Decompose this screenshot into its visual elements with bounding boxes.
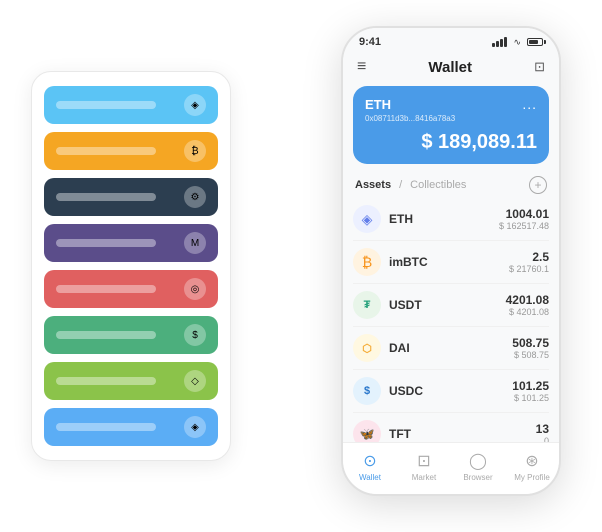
browser-nav-label: Browser bbox=[463, 473, 492, 482]
card-text bbox=[56, 285, 156, 293]
browser-nav-icon: ◯ bbox=[469, 451, 487, 471]
scan-icon[interactable]: ⊡ bbox=[534, 59, 545, 75]
usdc-logo: $ bbox=[353, 377, 381, 405]
status-bar: 9:41 ∿ bbox=[343, 28, 559, 52]
card-icon: M bbox=[184, 232, 206, 254]
eth-card-address: 0x08711d3b...8416a78a3 bbox=[365, 114, 537, 123]
asset-amount: 101.25 bbox=[512, 379, 549, 393]
eth-card-title: ETH bbox=[365, 97, 391, 112]
table-row[interactable]: ₿ imBTC 2.5 $ 21760.1 bbox=[353, 241, 549, 284]
wallet-nav-icon: ⊙ bbox=[363, 451, 376, 471]
card-stack: ◈ ₿ ⚙ M ◎ $ ◇ ◈ bbox=[31, 71, 231, 461]
list-item[interactable]: M bbox=[44, 224, 218, 262]
asset-symbol: TFT bbox=[389, 427, 536, 441]
market-nav-icon: ⊡ bbox=[417, 451, 430, 471]
card-text bbox=[56, 423, 156, 431]
nav-title: Wallet bbox=[428, 59, 472, 76]
card-icon: ₿ bbox=[184, 140, 206, 162]
card-icon: $ bbox=[184, 324, 206, 346]
asset-symbol: imBTC bbox=[389, 255, 509, 269]
dai-logo: ⬡ bbox=[353, 334, 381, 362]
asset-symbol: ETH bbox=[389, 212, 499, 226]
battery-fill bbox=[529, 40, 538, 44]
card-text bbox=[56, 193, 156, 201]
status-time: 9:41 bbox=[359, 36, 381, 48]
nav-wallet[interactable]: ⊙ Wallet bbox=[348, 451, 392, 482]
card-text bbox=[56, 101, 156, 109]
assets-tabs: Assets / Collectibles bbox=[355, 179, 466, 191]
eth-card-header: ETH ... bbox=[365, 96, 537, 112]
asset-symbol: DAI bbox=[389, 341, 512, 355]
asset-values: 101.25 $ 101.25 bbox=[512, 379, 549, 403]
profile-nav-label: My Profile bbox=[514, 473, 550, 482]
nav-bar: ≡ Wallet ⊡ bbox=[343, 52, 559, 82]
list-item[interactable]: ◇ bbox=[44, 362, 218, 400]
list-item[interactable]: ◎ bbox=[44, 270, 218, 308]
asset-usd: $ 508.75 bbox=[512, 350, 549, 360]
scene: ◈ ₿ ⚙ M ◎ $ ◇ ◈ bbox=[21, 16, 581, 516]
asset-amount: 508.75 bbox=[512, 336, 549, 350]
list-item[interactable]: ◈ bbox=[44, 86, 218, 124]
card-icon: ◈ bbox=[184, 94, 206, 116]
battery-icon bbox=[527, 38, 543, 46]
asset-usd: $ 101.25 bbox=[512, 393, 549, 403]
eth-logo: ◈ bbox=[353, 205, 381, 233]
asset-symbol: USDT bbox=[389, 298, 506, 312]
eth-card[interactable]: ETH ... 0x08711d3b...8416a78a3 $ 189,089… bbox=[353, 86, 549, 164]
list-item[interactable]: $ bbox=[44, 316, 218, 354]
asset-amount: 1004.01 bbox=[499, 207, 549, 221]
profile-nav-icon: ⊛ bbox=[525, 451, 538, 471]
card-text bbox=[56, 331, 156, 339]
tab-separator: / bbox=[399, 179, 402, 191]
asset-symbol: USDC bbox=[389, 384, 512, 398]
asset-usd: $ 162517.48 bbox=[499, 221, 549, 231]
wifi-icon: ∿ bbox=[513, 37, 521, 48]
asset-amount: 2.5 bbox=[509, 250, 549, 264]
card-icon: ⚙ bbox=[184, 186, 206, 208]
table-row[interactable]: ◈ ETH 1004.01 $ 162517.48 bbox=[353, 198, 549, 241]
asset-list: ◈ ETH 1004.01 $ 162517.48 ₿ imBTC 2.5 $ … bbox=[343, 198, 559, 442]
menu-icon[interactable]: ≡ bbox=[357, 58, 366, 76]
table-row[interactable]: ⬡ DAI 508.75 $ 508.75 bbox=[353, 327, 549, 370]
asset-values: 13 0 bbox=[536, 422, 549, 442]
card-text bbox=[56, 147, 156, 155]
usdt-logo: ₮ bbox=[353, 291, 381, 319]
tab-assets[interactable]: Assets bbox=[355, 179, 391, 191]
add-asset-button[interactable]: + bbox=[529, 176, 547, 194]
assets-header: Assets / Collectibles + bbox=[343, 168, 559, 198]
nav-market[interactable]: ⊡ Market bbox=[402, 451, 446, 482]
card-icon: ◇ bbox=[184, 370, 206, 392]
signal-icon bbox=[492, 37, 507, 47]
asset-values: 508.75 $ 508.75 bbox=[512, 336, 549, 360]
card-text bbox=[56, 377, 156, 385]
tft-logo: 🦋 bbox=[353, 420, 381, 442]
list-item[interactable]: ◈ bbox=[44, 408, 218, 446]
wallet-nav-label: Wallet bbox=[359, 473, 381, 482]
asset-amount: 4201.08 bbox=[506, 293, 549, 307]
eth-card-more-button[interactable]: ... bbox=[522, 96, 537, 112]
tab-collectibles[interactable]: Collectibles bbox=[410, 179, 466, 191]
imbtc-logo: ₿ bbox=[353, 248, 381, 276]
list-item[interactable]: ⚙ bbox=[44, 178, 218, 216]
bottom-nav: ⊙ Wallet ⊡ Market ◯ Browser ⊛ My Profile bbox=[343, 442, 559, 494]
asset-values: 1004.01 $ 162517.48 bbox=[499, 207, 549, 231]
asset-usd: $ 21760.1 bbox=[509, 264, 549, 274]
list-item[interactable]: ₿ bbox=[44, 132, 218, 170]
asset-amount: 13 bbox=[536, 422, 549, 436]
market-nav-label: Market bbox=[412, 473, 436, 482]
card-text bbox=[56, 239, 156, 247]
status-icons: ∿ bbox=[492, 37, 543, 48]
asset-usd: $ 4201.08 bbox=[506, 307, 549, 317]
nav-browser[interactable]: ◯ Browser bbox=[456, 451, 500, 482]
eth-card-balance: $ 189,089.11 bbox=[421, 131, 537, 153]
table-row[interactable]: $ USDC 101.25 $ 101.25 bbox=[353, 370, 549, 413]
card-icon: ◈ bbox=[184, 416, 206, 438]
card-icon: ◎ bbox=[184, 278, 206, 300]
table-row[interactable]: 🦋 TFT 13 0 bbox=[353, 413, 549, 442]
table-row[interactable]: ₮ USDT 4201.08 $ 4201.08 bbox=[353, 284, 549, 327]
asset-values: 4201.08 $ 4201.08 bbox=[506, 293, 549, 317]
nav-profile[interactable]: ⊛ My Profile bbox=[510, 451, 554, 482]
phone-mockup: 9:41 ∿ ≡ Wallet ⊡ ETH bbox=[341, 26, 561, 496]
asset-values: 2.5 $ 21760.1 bbox=[509, 250, 549, 274]
